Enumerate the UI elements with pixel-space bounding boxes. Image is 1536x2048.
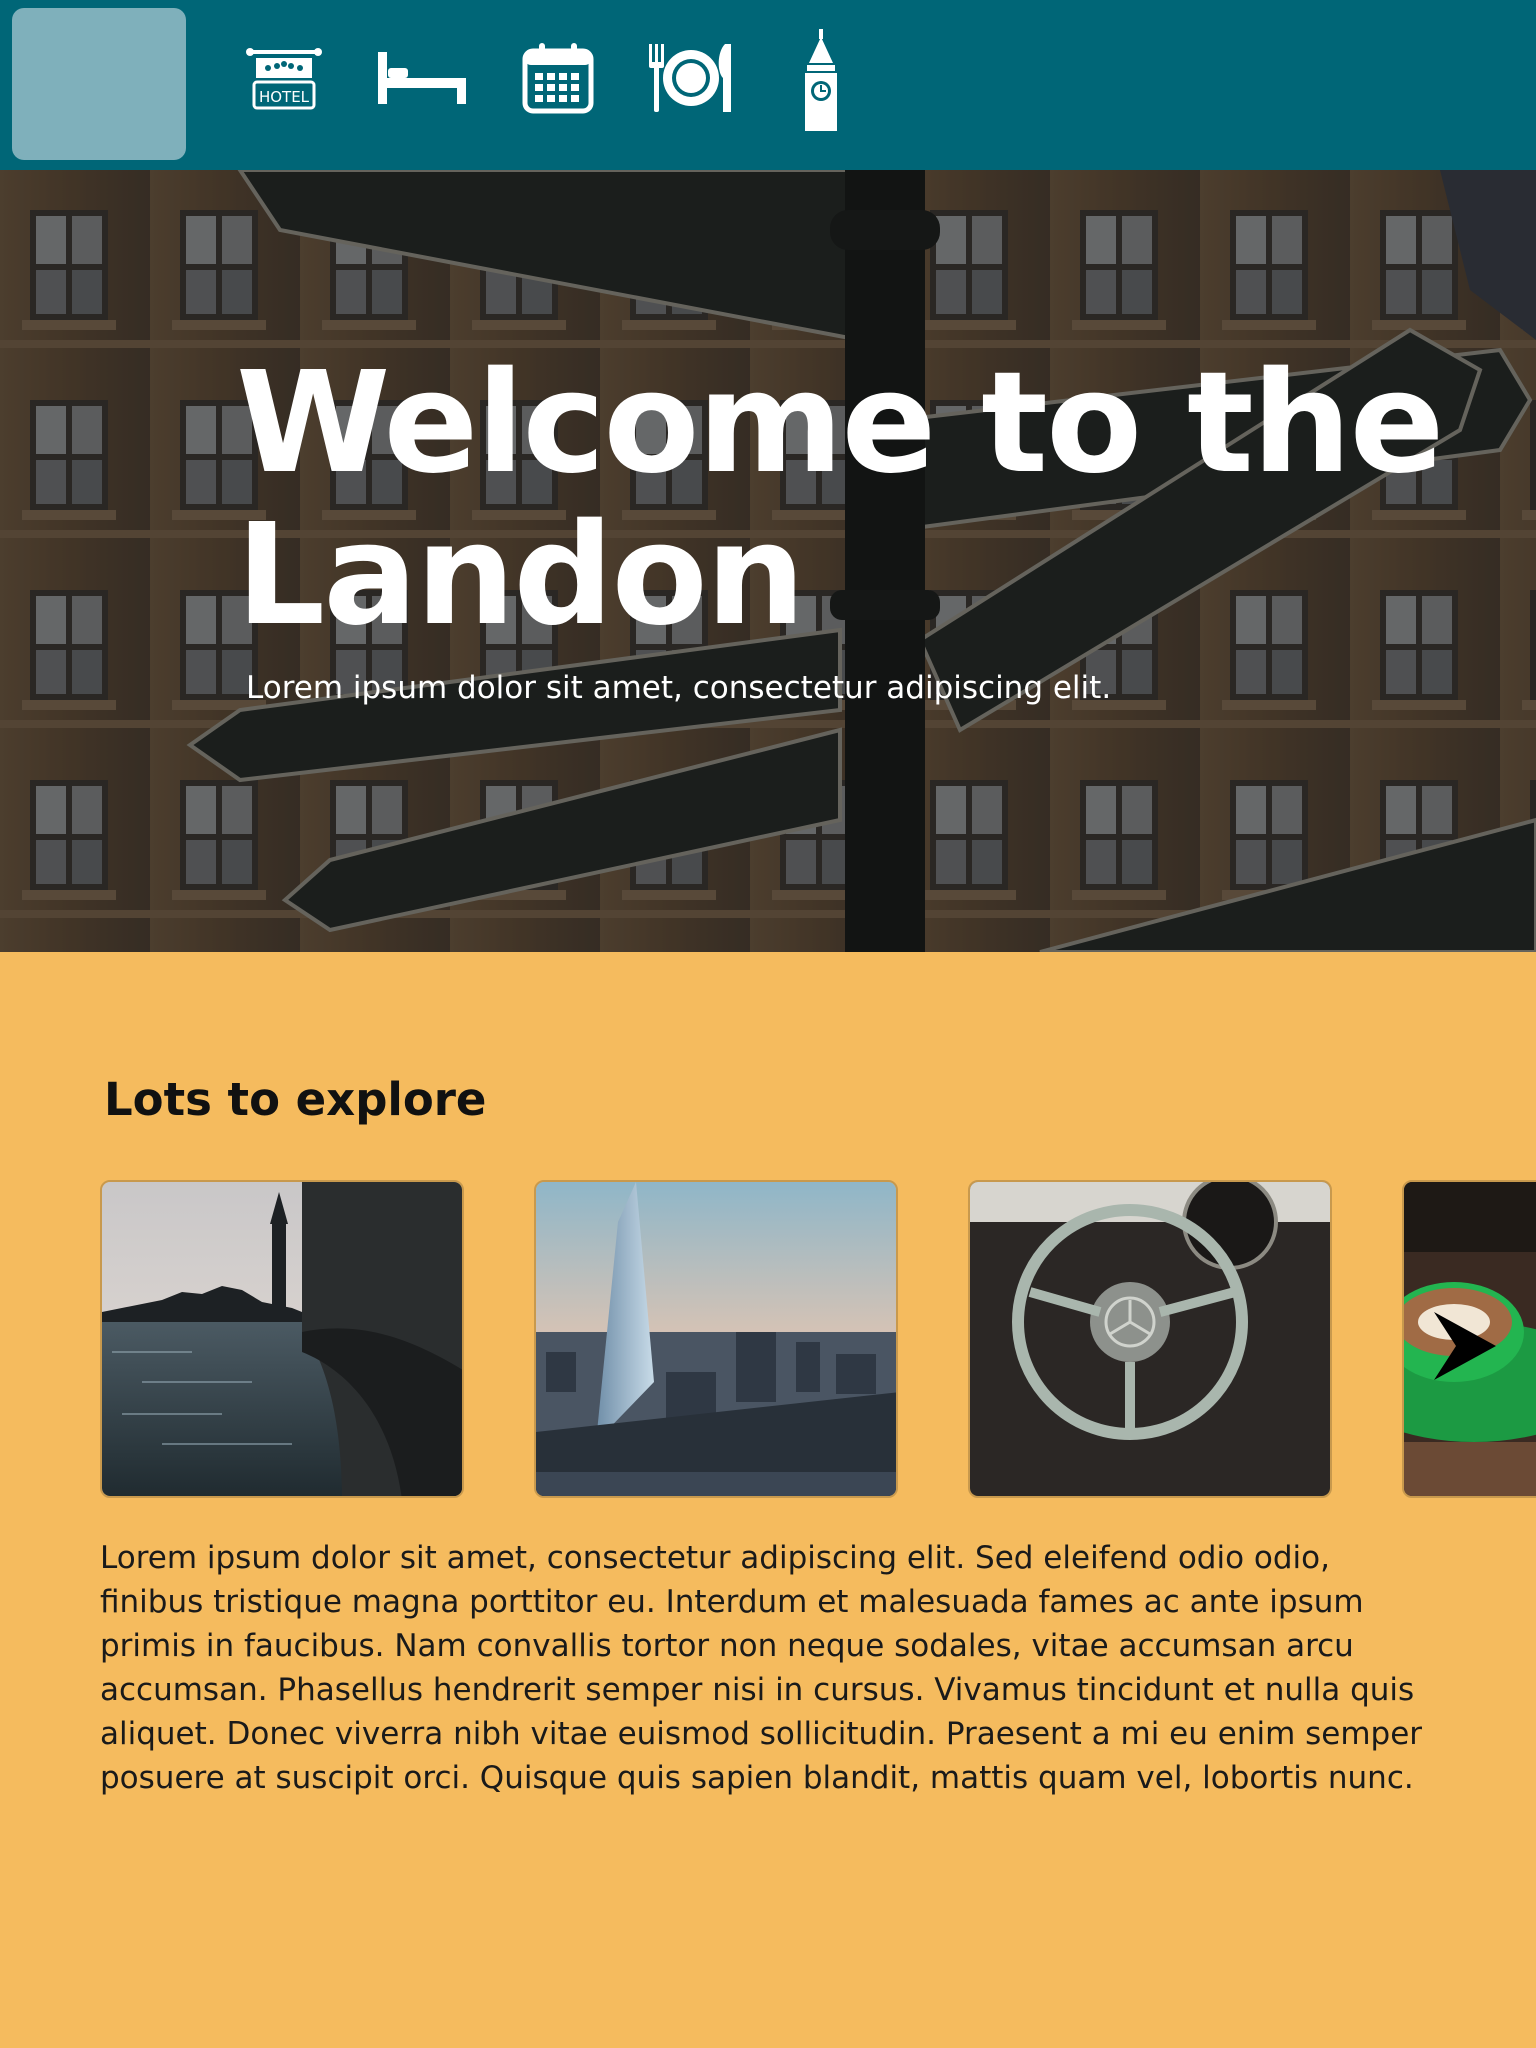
- photo-carousel: [0, 1180, 1536, 1500]
- classic-car-photo: [970, 1182, 1330, 1496]
- hotel-icon[interactable]: HOTEL: [244, 30, 324, 126]
- hero-banner: Welcome to the Landon Lorem ipsum dolor …: [0, 170, 1536, 952]
- bed-icon[interactable]: [372, 30, 472, 126]
- classic-car-photo-card[interactable]: [968, 1180, 1332, 1498]
- westminster-photo-card[interactable]: [100, 1180, 464, 1498]
- chevron-right-icon[interactable]: [1430, 1310, 1498, 1382]
- shard-photo-card[interactable]: [534, 1180, 898, 1498]
- explore-paragraph: Lorem ipsum dolor sit amet, consectetur …: [100, 1540, 1423, 1796]
- hero-title: Welcome to the Landon: [236, 342, 1445, 657]
- big-ben-icon[interactable]: [796, 26, 846, 136]
- westminster-photo: [102, 1182, 462, 1496]
- section-heading: Lots to explore: [104, 1073, 487, 1126]
- hero-subtitle: Lorem ipsum dolor sit amet, consectetur …: [246, 670, 1112, 706]
- hotel-icon-label: HOTEL: [259, 88, 310, 106]
- shard-photo: [536, 1182, 896, 1496]
- calendar-icon[interactable]: [520, 30, 596, 126]
- dining-icon[interactable]: [644, 30, 738, 126]
- logo-placeholder[interactable]: [12, 8, 186, 160]
- top-nav-bar: HOTEL: [0, 0, 1536, 170]
